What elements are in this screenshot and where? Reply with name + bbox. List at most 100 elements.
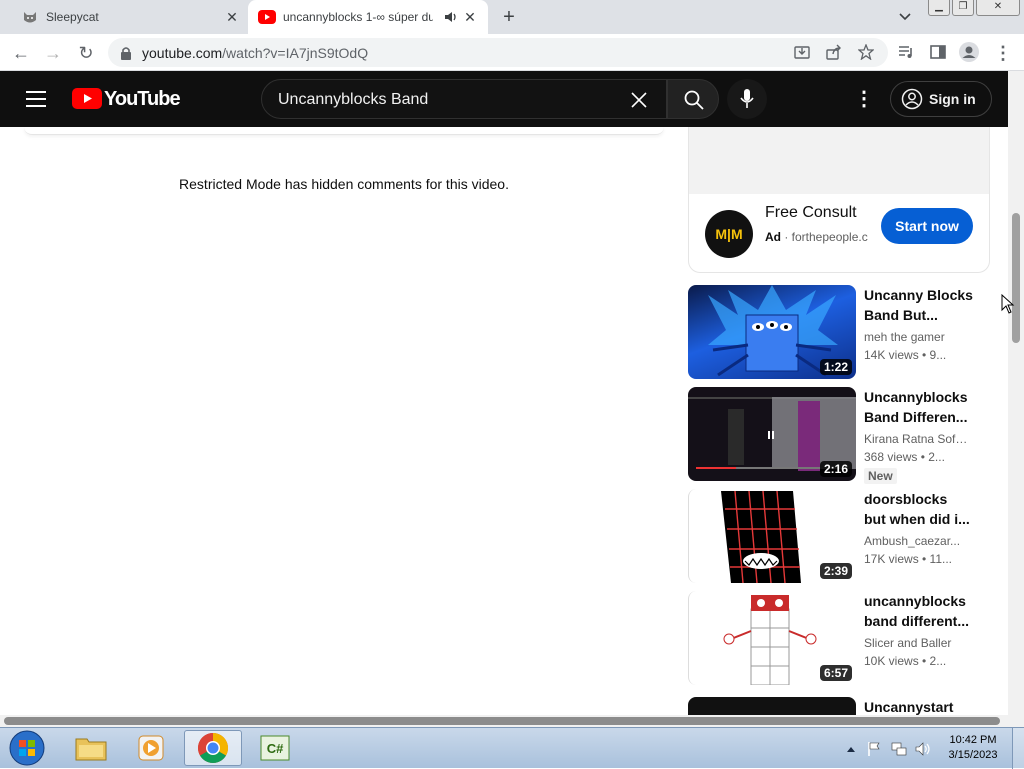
side-panel-icon[interactable] [930, 44, 946, 60]
taskbar-csharp-button[interactable]: C# [246, 730, 304, 766]
video-thumbnail[interactable]: 1:22 [688, 285, 856, 379]
reload-icon[interactable]: ↻ [75, 42, 97, 64]
video-title-line: band different... [864, 613, 969, 629]
new-badge: New [864, 468, 897, 484]
search-button[interactable] [667, 79, 719, 119]
ad-start-now-button[interactable]: Start now [881, 208, 973, 244]
video-duration: 6:57 [819, 665, 852, 681]
tab-search-chevron-icon[interactable] [898, 10, 912, 24]
csharp-icon: C# [260, 735, 290, 761]
browser-toolbar: ← → ↻ youtube.com/watch?v=IA7jnS9tOdQ ⋮ [0, 34, 1024, 71]
video-title[interactable]: Uncannystart [864, 697, 974, 715]
video-thumbnail[interactable]: 2:16 [688, 387, 856, 481]
back-arrow-icon[interactable]: ← [10, 42, 32, 64]
media-controls-icon[interactable] [898, 44, 914, 60]
svg-text:C#: C# [267, 741, 284, 756]
video-title[interactable]: doorsblocks but when did i... [864, 489, 974, 529]
settings-kebab-icon[interactable]: ⋮ [854, 88, 874, 110]
clear-search-icon[interactable] [631, 92, 647, 108]
clock-time: 10:42 PM [949, 734, 997, 746]
youtube-play-icon [72, 88, 102, 109]
hamburger-menu-icon[interactable] [26, 91, 46, 107]
video-title[interactable]: Uncanny Blocks Band But... [864, 285, 974, 325]
video-title-line: but when did i... [864, 511, 970, 527]
video-title[interactable]: uncannyblocks band different... [864, 591, 974, 631]
clock-date: 3/15/2023 [948, 749, 998, 761]
video-title-line: Band But... [864, 307, 938, 323]
ad-advertiser-logo[interactable]: M|M [705, 210, 753, 258]
taskbar-media-player-button[interactable] [122, 730, 180, 766]
video-meta: 17K views • 11... [864, 552, 953, 566]
address-bar[interactable]: youtube.com/watch?v=IA7jnS9tOdQ [108, 38, 888, 67]
video-title-line: Band Differen... [864, 409, 968, 425]
channel-name[interactable]: Slicer and Baller [864, 636, 968, 650]
video-duration: 1:22 [819, 359, 852, 375]
taskbar-explorer-button[interactable] [62, 730, 120, 766]
recommendation-item[interactable]: 2:16 Uncannyblocks Band Differen... Kira… [688, 387, 998, 484]
action-center-flag-icon[interactable] [867, 741, 881, 757]
video-thumbnail[interactable]: 2:39 [688, 489, 856, 583]
ad-card[interactable]: M|M Free Consult Ad · forthepeople.c Sta… [688, 127, 990, 273]
restore-button[interactable]: ❐ [952, 0, 974, 16]
url-path: /watch?v=IA7jnS9tOdQ [222, 45, 369, 61]
voice-search-button[interactable] [727, 79, 767, 119]
channel-name[interactable]: Ambush_caezar... [864, 534, 968, 548]
recommendation-item[interactable]: 2:39 doorsblocks but when did i... Ambus… [688, 489, 998, 585]
video-title-line: Uncanny Blocks [864, 287, 973, 303]
tab-sleepycat[interactable]: Sleepycat ✕ [12, 0, 248, 34]
horizontal-scrollbar[interactable] [0, 715, 1024, 727]
video-duration: 2:16 [819, 461, 852, 477]
install-app-icon[interactable] [794, 44, 810, 60]
chrome-icon [197, 733, 229, 764]
speaker-icon[interactable] [444, 10, 458, 24]
forward-arrow-icon[interactable]: → [42, 42, 64, 64]
tab-uncannyblocks[interactable]: uncannyblocks 1-∞ súper du ✕ [248, 0, 488, 34]
share-icon[interactable] [826, 44, 842, 60]
taskbar-clock[interactable]: 10:42 PM 3/15/2023 [944, 733, 1002, 763]
video-title[interactable]: Uncannyblocks Band Differen... [864, 387, 974, 427]
minimize-button[interactable]: ▁ [928, 0, 950, 16]
windows-taskbar: C# 10:42 PM 3/15/2023 [0, 727, 1024, 769]
recommendation-item[interactable]: 1:22 Uncanny Blocks Band But... meh the … [688, 285, 998, 381]
video-thumbnail[interactable] [688, 697, 856, 715]
ad-media[interactable] [689, 127, 989, 194]
video-duration: 2:39 [819, 563, 852, 579]
video-thumbnail[interactable]: 6:57 [688, 591, 856, 685]
recommendation-item[interactable]: 6:57 uncannyblocks band different... Sli… [688, 591, 998, 687]
start-button-icon[interactable] [8, 729, 46, 767]
show-hidden-icons-icon[interactable] [846, 745, 856, 753]
channel-name[interactable]: meh the gamer [864, 330, 968, 344]
close-tab-icon[interactable]: ✕ [462, 9, 478, 25]
close-tab-icon[interactable]: ✕ [224, 9, 240, 25]
ad-domain: forthepeople.c [791, 230, 868, 244]
recommendation-item[interactable]: Uncannystart [688, 697, 998, 715]
mouse-cursor-icon [1001, 294, 1015, 314]
new-tab-button[interactable]: + [498, 6, 520, 28]
cat-icon [24, 12, 36, 23]
vertical-scrollbar-thumb[interactable] [1012, 213, 1020, 343]
bookmark-star-icon[interactable] [858, 44, 874, 60]
account-circle-icon [901, 88, 923, 110]
video-meta: 368 views • 2... [864, 450, 945, 464]
video-meta: 14K views • 9... [864, 348, 947, 362]
restricted-mode-message: Restricted Mode has hidden comments for … [179, 176, 509, 192]
ad-label: Ad [765, 230, 781, 244]
video-title-line: Uncannystart [864, 699, 954, 715]
show-desktop-button[interactable] [1012, 728, 1024, 769]
network-icon[interactable] [891, 741, 907, 757]
search-input[interactable]: Uncannyblocks Band [261, 79, 667, 119]
browser-menu-icon[interactable]: ⋮ [992, 42, 1014, 64]
taskbar-chrome-button[interactable] [184, 730, 242, 766]
close-window-button[interactable]: ✕ [976, 0, 1020, 16]
lock-icon[interactable] [120, 46, 132, 60]
tab-title: uncannyblocks 1-∞ súper du [283, 10, 433, 24]
channel-name[interactable]: Kirana Ratna Sofi... [864, 432, 968, 446]
profile-avatar-icon[interactable] [959, 42, 979, 62]
sign-in-button[interactable]: Sign in [890, 81, 992, 117]
description-card-edge [24, 127, 664, 135]
tab-title: Sleepycat [46, 10, 99, 24]
horizontal-scrollbar-thumb[interactable] [4, 717, 1000, 725]
volume-icon[interactable] [915, 741, 931, 757]
vertical-scrollbar[interactable] [1008, 71, 1024, 715]
ad-title[interactable]: Free Consult [765, 204, 857, 222]
